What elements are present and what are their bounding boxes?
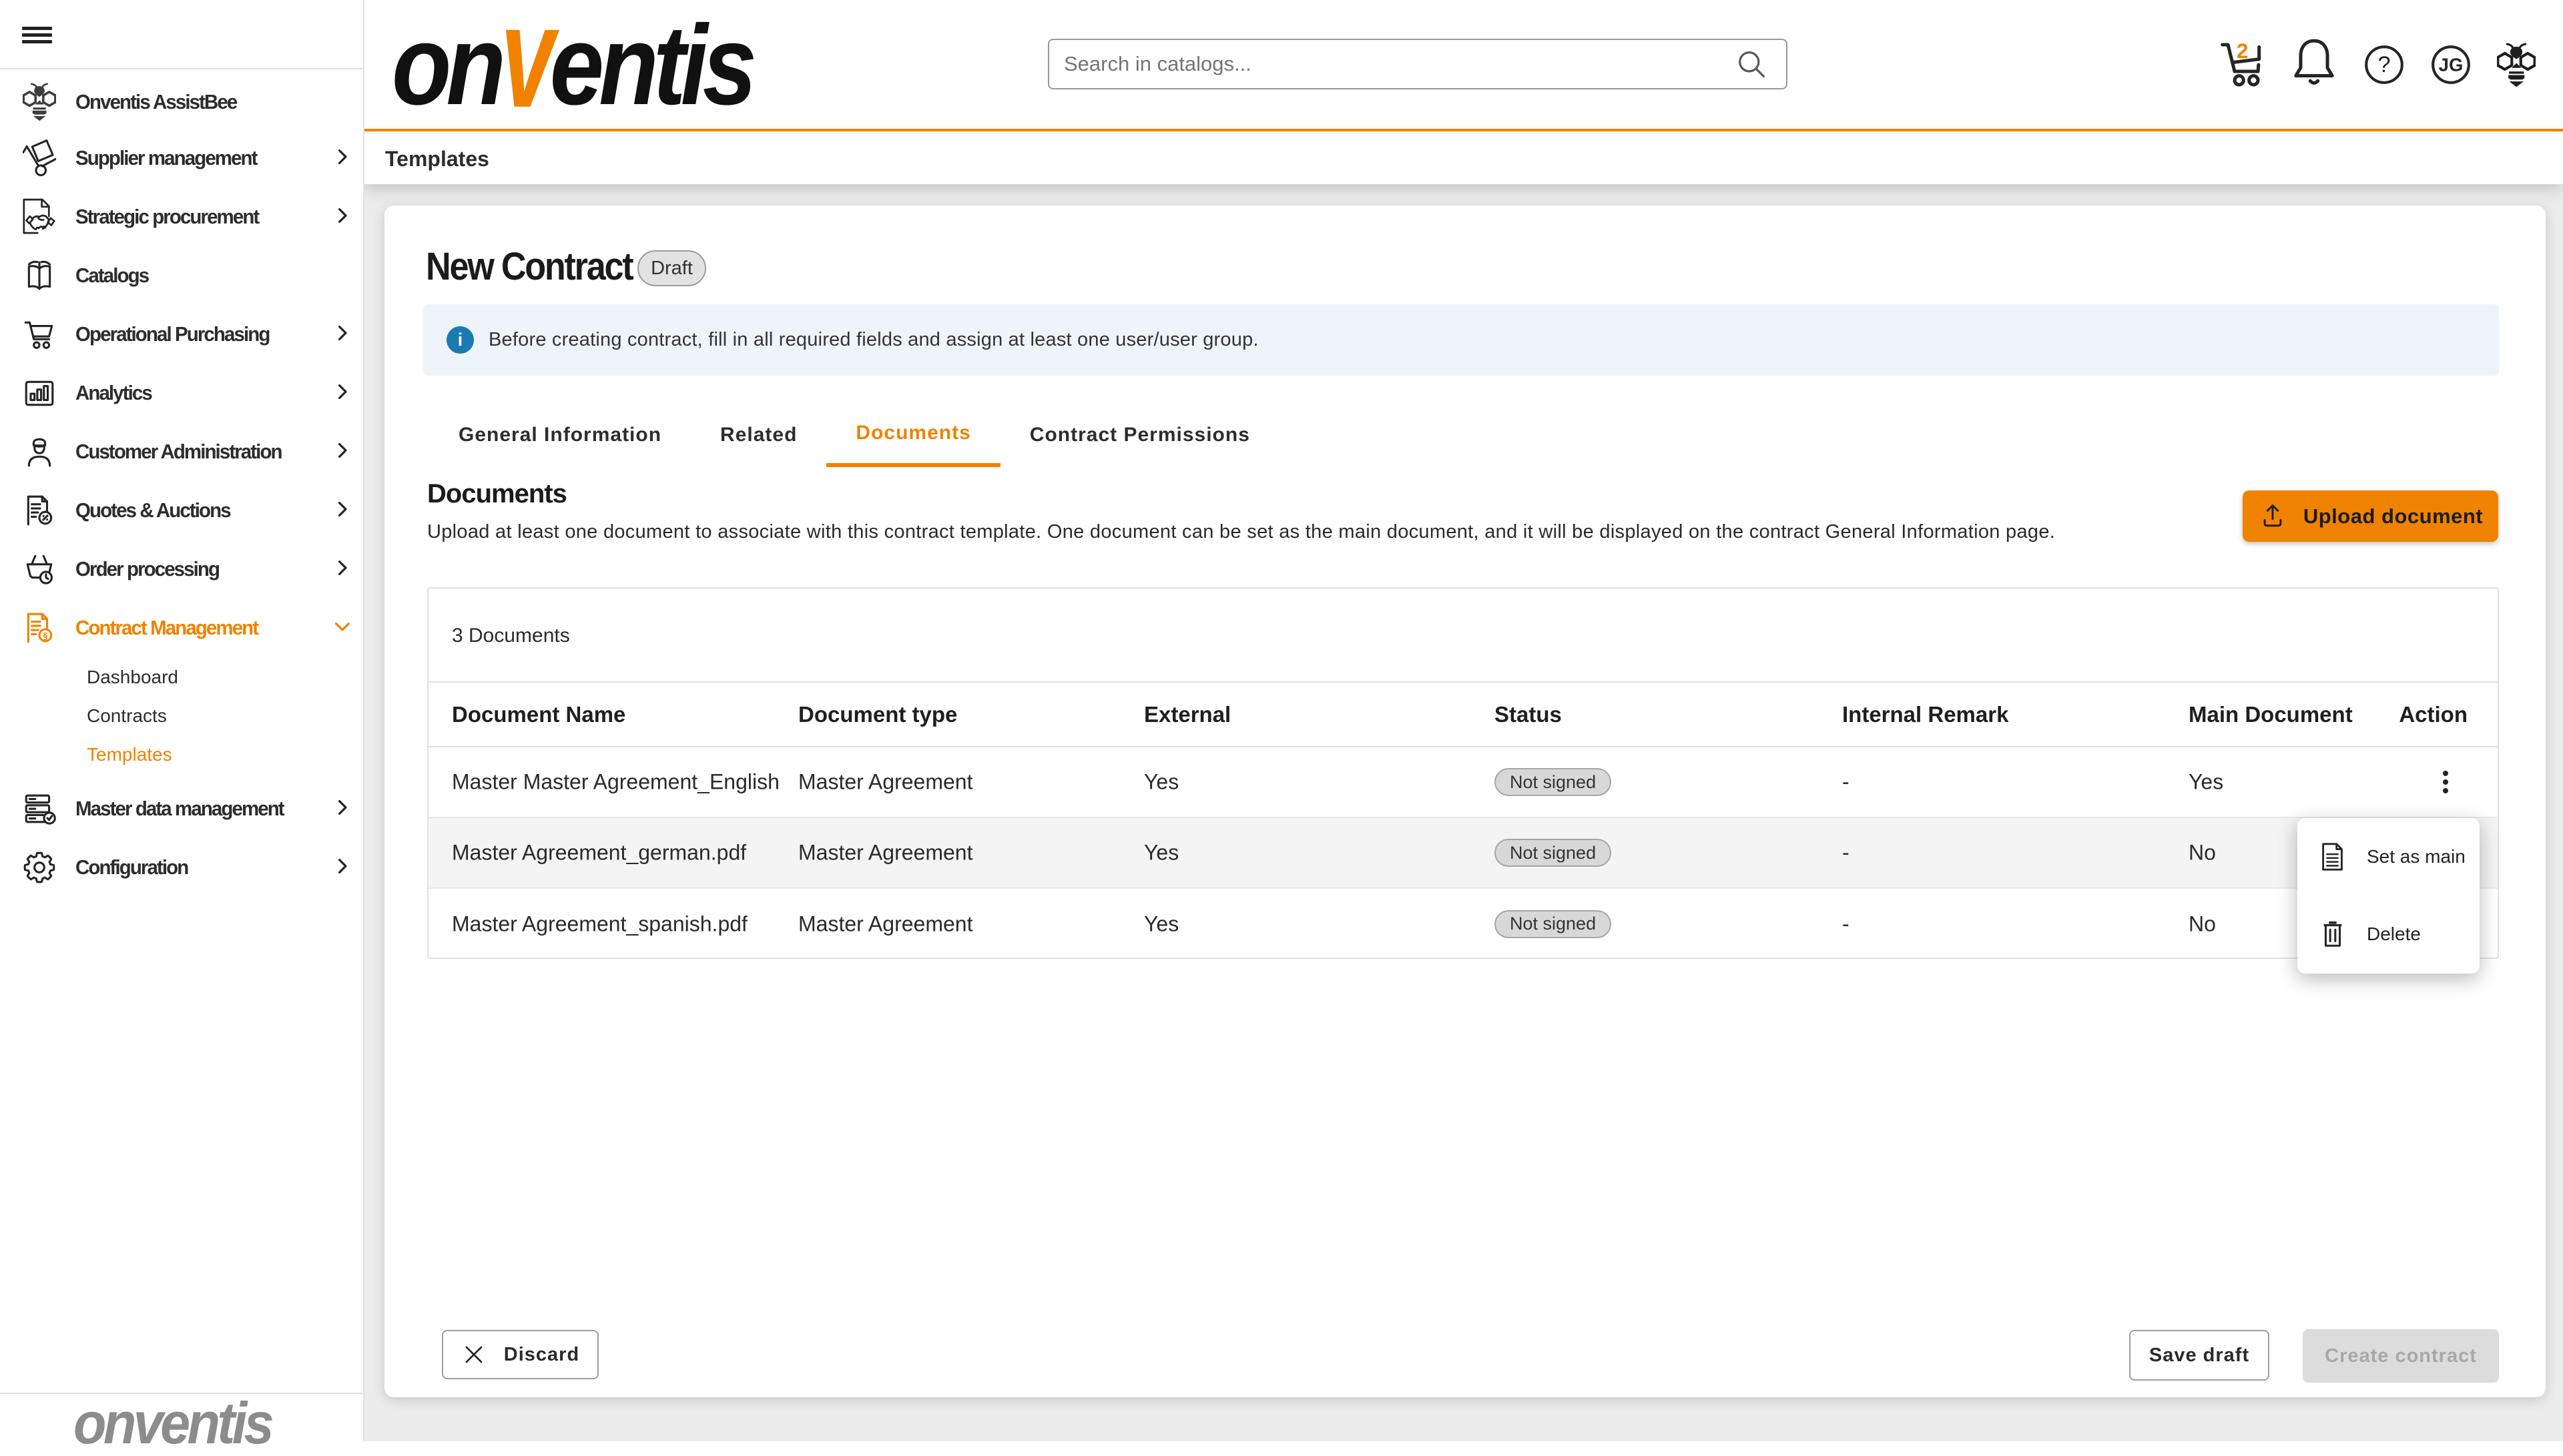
svg-text:2: 2 [2237,39,2249,63]
svg-text:JG: JG [2439,55,2464,75]
svg-text:?: ? [2377,52,2390,77]
svg-text:§: § [43,631,48,641]
